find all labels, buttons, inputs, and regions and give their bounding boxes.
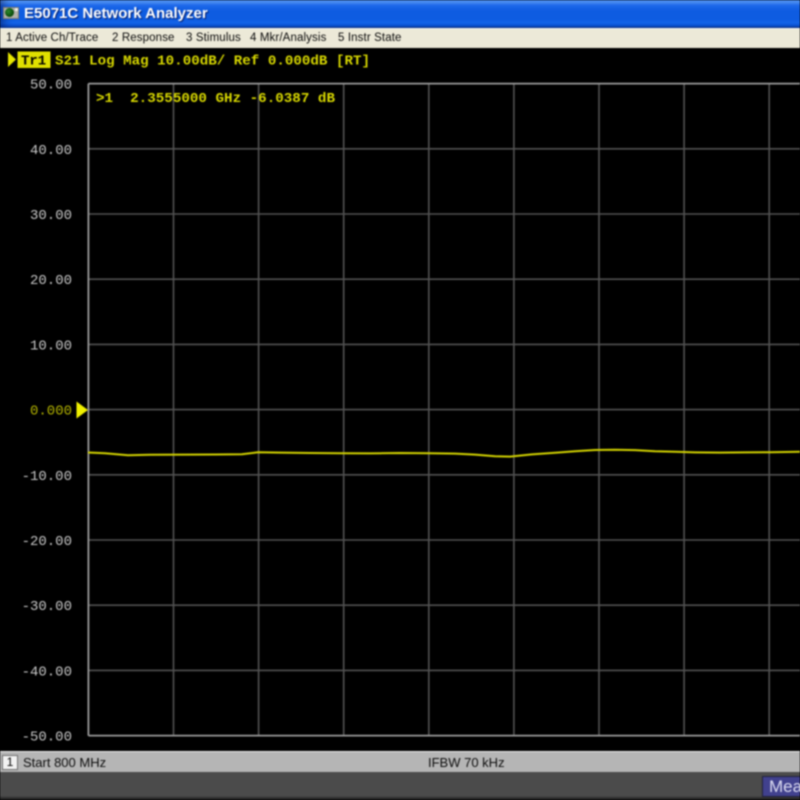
svg-text:20.00: 20.00 (30, 273, 72, 289)
svg-text:Tr1: Tr1 (21, 54, 46, 70)
svg-text:10.00: 10.00 (30, 338, 72, 354)
svg-text:30.00: 30.00 (30, 208, 72, 224)
svg-text:50.00: 50.00 (30, 78, 72, 94)
svg-text:-40.00: -40.00 (22, 664, 72, 680)
svg-text:0.000: 0.000 (30, 404, 72, 420)
svg-text:-10.00: -10.00 (22, 469, 72, 485)
svg-text:>1 2.3555000 GHz -6.0387 dB: >1 2.3555000 GHz -6.0387 dB (96, 91, 336, 107)
svg-text:40.00: 40.00 (30, 143, 72, 159)
svg-text:-30.00: -30.00 (22, 599, 72, 615)
svg-text:-20.00: -20.00 (22, 534, 72, 550)
svg-text:-50.00: -50.00 (22, 730, 72, 746)
svg-text:S21 Log Mag 10.00dB/ Ref 0.000: S21 Log Mag 10.00dB/ Ref 0.000dB [RT] (55, 54, 370, 70)
